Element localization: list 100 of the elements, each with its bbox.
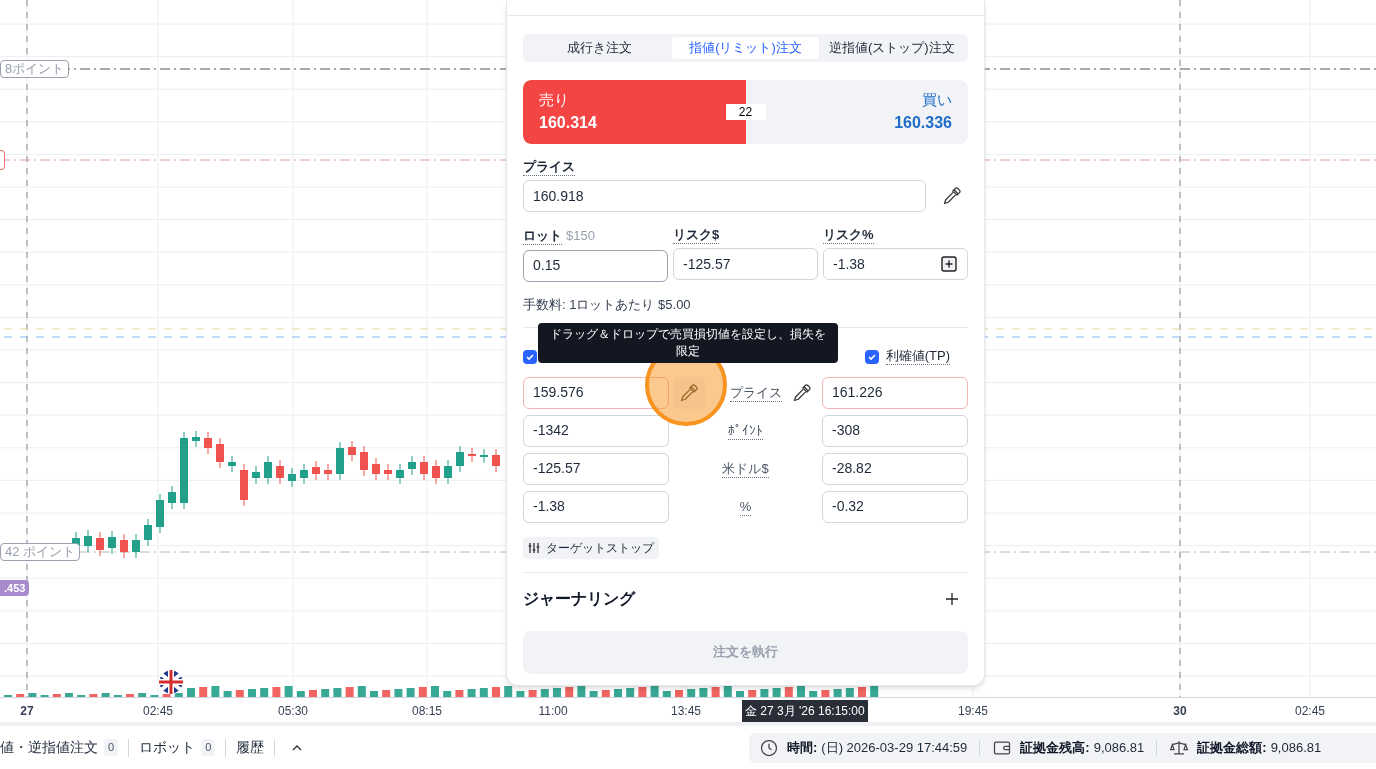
candle — [264, 455, 272, 485]
candle — [312, 460, 320, 481]
bottom-tab[interactable]: ロボット 0 — [129, 737, 226, 758]
candle — [204, 431, 212, 455]
plus-square-icon[interactable] — [940, 255, 958, 273]
row-label: % — [739, 497, 752, 516]
axis-label: 02:45 — [1295, 703, 1325, 720]
candle — [228, 455, 236, 473]
checkbox[interactable] — [864, 349, 879, 364]
candle — [348, 440, 356, 462]
candle — [288, 467, 296, 488]
candle — [300, 463, 308, 485]
level-label: 8ポイント — [0, 60, 70, 78]
axis-label: 08:15 — [412, 703, 442, 720]
candle — [372, 457, 380, 481]
status-value: (日) 2026-03-29 17:44:59 — [821, 738, 968, 757]
candle — [384, 463, 392, 481]
input-field[interactable]: -125.57 — [523, 452, 669, 485]
take-profit-label: 利確値(TP) — [885, 348, 950, 365]
target-stop-button[interactable]: ターゲットストップ — [523, 536, 659, 559]
axis-label: 30 — [1173, 703, 1187, 720]
checkmark-icon — [525, 351, 535, 362]
order-type-tab[interactable]: 逆指値(ストップ)注文 — [818, 37, 965, 59]
row-label: 米ドル$ — [722, 459, 769, 478]
axis-label: 05:30 — [278, 703, 308, 720]
field-label: リスク% — [823, 226, 874, 244]
buy-label: 買い — [922, 89, 952, 110]
field-label: ロット — [523, 227, 562, 245]
sell-price: 160.314 — [539, 113, 598, 134]
field-label: プライス — [523, 158, 575, 176]
fee-text: 手数料: 1ロットあたり $5.00 — [523, 295, 692, 313]
candle — [192, 430, 200, 448]
order-type-tab[interactable]: 成行き注文 — [526, 37, 673, 59]
candle — [120, 533, 128, 559]
candle — [144, 518, 152, 547]
input-field[interactable]: -308 — [822, 414, 968, 447]
eyedropper-icon[interactable] — [792, 382, 812, 403]
input-field[interactable]: 159.576 — [523, 376, 669, 409]
status-value: 9,086.81 — [1270, 738, 1322, 757]
axis-label: 02:45 — [143, 703, 173, 720]
input-field[interactable]: -1342 — [523, 414, 669, 447]
candle — [132, 533, 140, 559]
candle — [492, 448, 500, 473]
count-badge: 0 — [104, 739, 119, 756]
flag-icon — [158, 669, 184, 695]
status-label: 証拠金残高: — [1020, 738, 1090, 757]
candle — [216, 437, 224, 469]
crosshair-time-label: 金 27 3月 '26 16:15:00 — [742, 700, 868, 722]
candle — [468, 447, 476, 463]
row-label: プライス — [729, 383, 782, 402]
section-title: ジャーナリング — [523, 588, 635, 609]
candle — [360, 445, 368, 477]
status-label: 時間: — [787, 738, 818, 757]
buy-price: 160.336 — [894, 113, 952, 134]
candle — [108, 530, 116, 555]
candle — [240, 463, 248, 507]
candle — [168, 485, 176, 510]
tooltip: ドラッグ＆ドロップで売買損切値を設定し、損失を限定 — [538, 323, 838, 363]
bottom-tab[interactable]: 値・逆指値注文 0 — [0, 737, 129, 758]
candle — [432, 459, 440, 485]
plus-icon[interactable] — [946, 592, 958, 605]
checkbox[interactable] — [523, 349, 537, 364]
order-type-tab[interactable]: 指値(リミット)注文 — [672, 37, 819, 59]
input-field[interactable]: 160.918 — [523, 180, 926, 212]
level-label: 42 ポイント — [0, 543, 81, 561]
status-value: 9,086.81 — [1093, 738, 1145, 757]
spread-value: 22 — [725, 104, 766, 120]
bottom-tab[interactable]: 履歴 — [226, 737, 275, 758]
buy-button[interactable]: 買い 160.336 — [765, 80, 968, 144]
candle — [480, 448, 488, 464]
candle — [324, 463, 332, 481]
candle — [252, 465, 260, 485]
axis-label: 13:45 — [671, 703, 701, 720]
price-badge: .453 — [0, 580, 30, 596]
input-field[interactable]: -1.38 — [823, 248, 968, 280]
candle — [420, 455, 428, 481]
candle — [336, 441, 344, 481]
input-field[interactable]: -1.38 — [523, 490, 669, 523]
input-field[interactable]: -0.32 — [822, 490, 968, 523]
input-field[interactable]: 161.226 — [822, 376, 968, 409]
sell-button[interactable]: 売り 160.314 — [523, 80, 726, 144]
axis-label: 11:00 — [538, 703, 568, 720]
clock-icon — [759, 737, 779, 758]
input-field[interactable]: -125.57 — [673, 248, 818, 280]
candle — [408, 455, 416, 476]
eyedropper-button[interactable] — [673, 376, 705, 409]
axis-label: 27 — [20, 703, 34, 720]
candle — [444, 459, 452, 485]
count-badge: 0 — [201, 739, 216, 756]
candle — [276, 459, 284, 485]
candle — [456, 445, 464, 473]
row-label: ﾎﾟｲﾝﾄ — [728, 421, 763, 440]
checkmark-icon — [866, 351, 877, 362]
input-field[interactable]: 0.15 — [523, 249, 668, 282]
input-field[interactable]: -28.82 — [822, 452, 968, 485]
eyedropper-icon[interactable] — [942, 186, 962, 206]
candle — [156, 493, 164, 534]
candle — [96, 531, 104, 557]
status-label: 証拠金総額: — [1197, 738, 1267, 757]
field-hint: $150 — [566, 227, 595, 245]
